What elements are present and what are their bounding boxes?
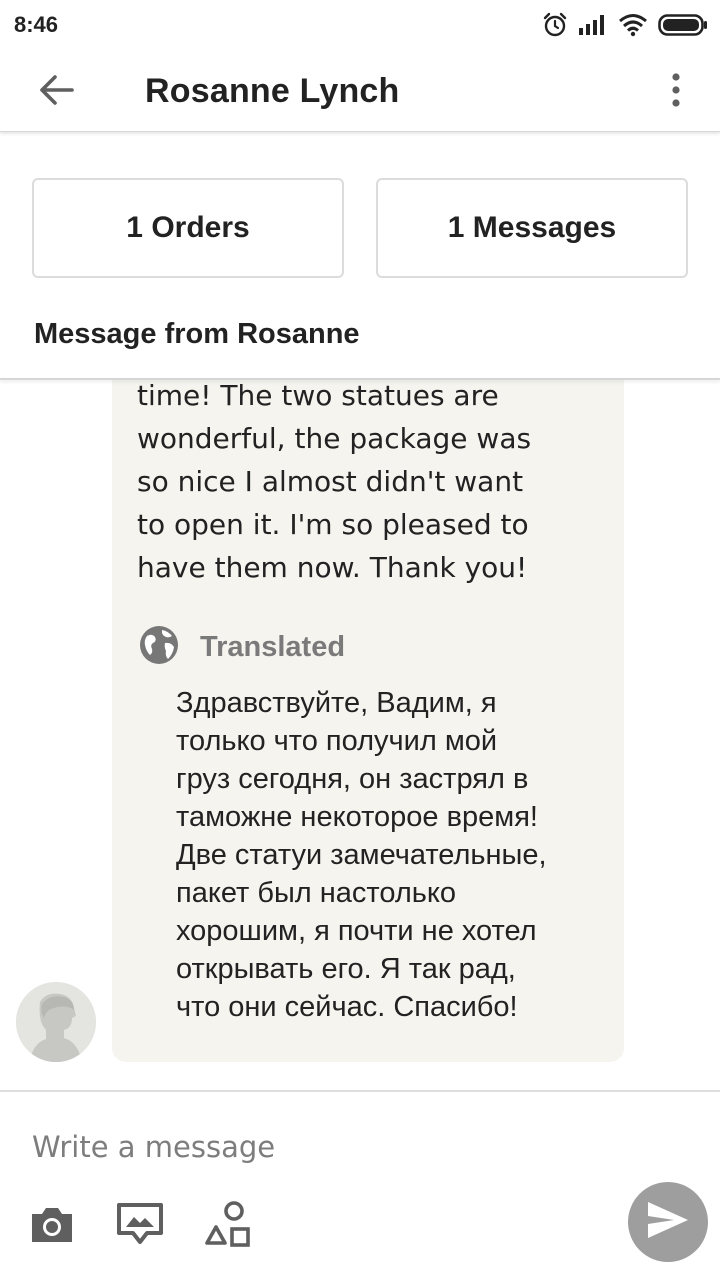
globe-icon	[138, 624, 180, 671]
more-options-button[interactable]	[652, 66, 700, 118]
section-divider	[0, 378, 720, 380]
translated-label: Translated	[200, 630, 346, 663]
page-title: Rosanne Lynch	[145, 72, 400, 110]
avatar[interactable]	[16, 982, 96, 1062]
shapes-icon	[203, 1199, 253, 1254]
image-button[interactable]	[114, 1200, 166, 1252]
message-input[interactable]	[18, 1112, 618, 1182]
send-icon	[646, 1200, 690, 1245]
app-bar: Rosanne Lynch	[0, 50, 720, 132]
messages-button[interactable]: 1 Messages	[376, 178, 688, 278]
translated-indicator: Translated	[138, 625, 345, 669]
shapes-button[interactable]	[202, 1200, 254, 1252]
translated-text: Здравствуйте, Вадим, я только что получи…	[176, 687, 547, 1023]
more-vertical-icon	[671, 72, 681, 113]
message-bubble: time! The two statues are wonderful, the…	[112, 380, 624, 1062]
orders-button[interactable]: 1 Orders	[32, 178, 344, 278]
status-bar: 8:46	[0, 0, 720, 50]
section-title: Message from Rosanne	[34, 318, 360, 350]
default-avatar-icon	[16, 982, 96, 1062]
conversation-summary: 1 Orders 1 Messages Message from Rosanne	[0, 132, 720, 378]
status-icons	[542, 10, 708, 40]
status-time: 8:46	[14, 12, 59, 37]
send-button[interactable]	[628, 1182, 708, 1262]
back-button[interactable]	[30, 66, 82, 118]
image-frame-icon	[116, 1202, 164, 1251]
arrow-left-icon	[38, 74, 74, 111]
camera-button[interactable]	[26, 1200, 78, 1252]
message-text: time! The two statues are wonderful, the…	[137, 380, 532, 584]
signal-icon	[578, 14, 608, 36]
battery-icon	[658, 13, 708, 37]
alarm-icon	[542, 12, 568, 38]
wifi-icon	[618, 13, 648, 37]
message-thread[interactable]: time! The two statues are wonderful, the…	[0, 380, 720, 1090]
composer-divider	[0, 1090, 720, 1092]
camera-icon	[29, 1204, 75, 1249]
